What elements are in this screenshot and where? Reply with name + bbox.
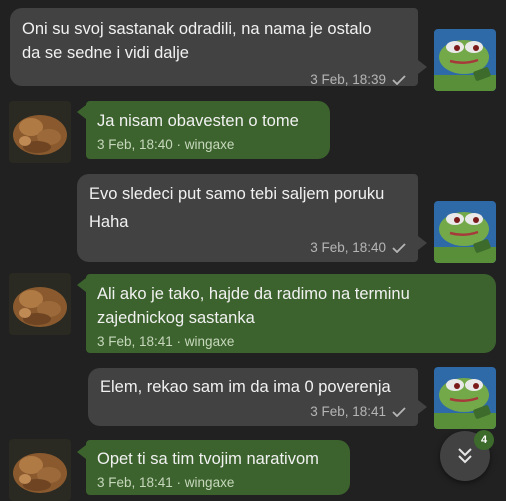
single-check-icon xyxy=(392,75,406,85)
bubble-tail xyxy=(418,236,427,250)
message-meta: 3 Feb, 18:41 xyxy=(100,403,406,421)
message-timestamp: 3 Feb, 18:39 xyxy=(310,72,386,87)
avatar-pepe[interactable] xyxy=(434,29,496,91)
frog-avatar-image xyxy=(434,367,496,429)
message-bubble-incoming[interactable]: Ali ako je tako, hajde da radimo na term… xyxy=(86,274,496,353)
message-text: Ja nisam obavesten o tome xyxy=(97,112,299,130)
unread-count-badge: 4 xyxy=(474,430,494,450)
double-chevron-down-icon xyxy=(458,448,472,464)
message-bubble-outgoing[interactable]: Oni su svoj sastanak odradili, na nama j… xyxy=(10,8,418,89)
avatar-wingaxe[interactable] xyxy=(9,101,71,163)
message-text: Oni su svoj sastanak odradili, na nama j… xyxy=(22,20,372,38)
message-text: da se sedne i vidi dalje xyxy=(22,44,189,62)
message-meta: 3 Feb, 18:40 · wingaxe xyxy=(97,137,235,152)
rock-avatar-image xyxy=(9,273,71,335)
message-text: zajednickog sastanka xyxy=(97,309,255,327)
bubble-tail xyxy=(77,105,86,119)
message-meta: 3 Feb, 18:40 xyxy=(89,239,406,257)
avatar-wingaxe[interactable] xyxy=(9,273,71,335)
message-bubble-incoming[interactable]: Ja nisam obavesten o tome 3 Feb, 18:40 ·… xyxy=(86,101,330,159)
frog-avatar-image xyxy=(434,29,496,91)
rock-avatar-image xyxy=(9,439,71,501)
avatar-pepe[interactable] xyxy=(434,201,496,263)
frog-avatar-image xyxy=(434,201,496,263)
avatar-pepe[interactable] xyxy=(434,367,496,429)
message-text: Ali ako je tako, hajde da radimo na term… xyxy=(97,285,410,303)
message-text: Opet ti sa tim tvojim narativom xyxy=(97,450,319,468)
message-meta: 3 Feb, 18:39 xyxy=(22,71,406,89)
message-bubble-incoming[interactable]: Opet ti sa tim tvojim narativom 3 Feb, 1… xyxy=(86,440,350,495)
message-text: Haha xyxy=(89,213,129,231)
message-bubble-outgoing[interactable]: Evo sledeci put samo tebi saljem poruku … xyxy=(77,174,418,262)
rock-avatar-image xyxy=(9,101,71,163)
message-timestamp: 3 Feb, 18:40 xyxy=(310,240,386,255)
avatar-wingaxe[interactable] xyxy=(9,439,71,501)
message-meta: 3 Feb, 18:41 · wingaxe xyxy=(97,334,235,349)
message-meta: 3 Feb, 18:41 · wingaxe xyxy=(97,475,235,490)
message-text: Elem, rekao sam im da ima 0 poverenja xyxy=(100,378,391,396)
bubble-tail xyxy=(418,400,427,414)
message-timestamp: 3 Feb, 18:41 xyxy=(310,404,386,419)
bubble-tail xyxy=(418,60,427,74)
single-check-icon xyxy=(392,407,406,417)
message-bubble-outgoing[interactable]: Elem, rekao sam im da ima 0 poverenja 3 … xyxy=(88,368,418,426)
message-text: Evo sledeci put samo tebi saljem poruku xyxy=(89,185,385,203)
bubble-tail xyxy=(77,278,86,292)
bubble-tail xyxy=(77,445,86,459)
single-check-icon xyxy=(392,243,406,253)
